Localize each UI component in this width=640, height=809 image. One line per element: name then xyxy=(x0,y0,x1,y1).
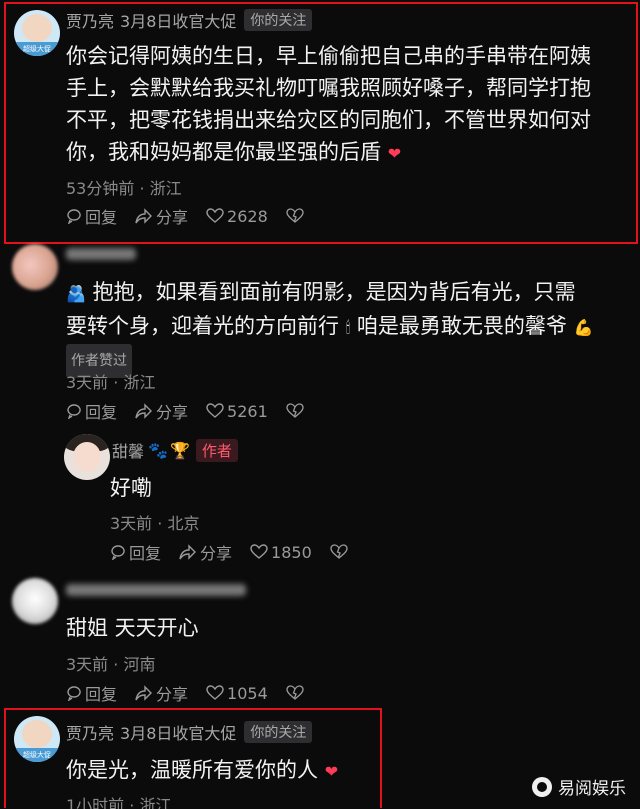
reply-button[interactable]: 回复 xyxy=(66,399,117,423)
follow-tag: 你的关注 xyxy=(244,721,313,743)
reply-icon xyxy=(67,404,81,419)
comment-meta: 53分钟前 · 浙江 xyxy=(66,179,182,198)
username[interactable]: 贾乃亮 xyxy=(66,720,114,744)
comment-meta: 1小时前 · 浙江 xyxy=(66,796,172,809)
comment-header xyxy=(66,578,246,602)
broken-heart-icon xyxy=(286,685,304,700)
broken-heart-icon xyxy=(286,208,304,223)
reply-icon xyxy=(111,545,125,560)
comment-meta: 3天前 · 河南 xyxy=(66,655,156,674)
like-button[interactable]: 1850 xyxy=(250,543,312,562)
comment-text: 甜姐 天天开心 xyxy=(66,616,199,640)
share-button[interactable]: 分享 xyxy=(135,681,188,705)
reply-text: 好嘞 xyxy=(110,476,152,500)
author-tag: 作者 xyxy=(195,438,238,462)
avatar-user-2[interactable] xyxy=(12,244,58,290)
comment-actions: 回复 分享 2628 xyxy=(66,204,325,228)
reply-meta: 3天前 · 北京 xyxy=(110,514,200,533)
watermark: 易阅娱乐 xyxy=(532,774,626,799)
comment-actions: 回复 分享 5261 xyxy=(66,399,325,423)
avatar-jia[interactable]: 超级大促 xyxy=(14,716,60,762)
reply-button[interactable]: 回复 xyxy=(66,204,117,228)
follow-tag: 你的关注 xyxy=(244,9,313,31)
avatar-user-4[interactable] xyxy=(12,578,58,624)
like-button[interactable]: 2628 xyxy=(206,207,268,226)
dislike-button[interactable] xyxy=(286,685,307,701)
dislike-button[interactable] xyxy=(286,208,307,224)
heart-outline-icon xyxy=(206,685,224,700)
comment-header: 贾乃亮 3月8日收官大促 你的关注 xyxy=(66,720,313,744)
broken-heart-icon xyxy=(286,403,304,418)
username-blurred[interactable] xyxy=(66,248,136,260)
reply-header: 甜馨 🐾 🏆 作者 xyxy=(112,438,238,462)
dislike-button[interactable] xyxy=(286,403,307,419)
heart-emoji-icon: ❤ xyxy=(387,144,402,163)
broken-heart-icon xyxy=(330,544,348,559)
share-icon xyxy=(135,403,153,419)
share-button[interactable]: 分享 xyxy=(135,399,188,423)
avatar-jia[interactable]: 超级大促 xyxy=(14,10,60,56)
comment-text: 你是光，温暖所有爱你的人 ❤ xyxy=(66,758,339,782)
share-button[interactable]: 分享 xyxy=(135,204,188,228)
comment-actions: 回复 分享 1054 xyxy=(66,681,325,705)
comment-header xyxy=(66,242,136,266)
avatar-caption: 超级大促 xyxy=(14,748,60,762)
flex-emoji-icon: 💪 xyxy=(573,318,594,337)
avatar-tianxin[interactable] xyxy=(64,434,110,480)
candle-emoji-icon: 🕯 xyxy=(345,318,351,337)
reply-icon xyxy=(67,209,81,224)
user-status: 3月8日收官大促 xyxy=(120,724,237,743)
share-button[interactable]: 分享 xyxy=(179,540,232,564)
share-icon xyxy=(135,208,153,224)
paw-icon: 🐾 xyxy=(148,440,168,460)
share-icon xyxy=(135,685,153,701)
reply-actions: 回复 分享 1850 xyxy=(110,540,369,564)
comment-header: 贾乃亮 3月8日收官大促 你的关注 xyxy=(66,8,313,32)
user-status: 3月8日收官大促 xyxy=(120,12,237,31)
avatar-caption: 超级大促 xyxy=(14,42,60,56)
dislike-button[interactable] xyxy=(330,544,351,560)
heart-outline-icon xyxy=(206,208,224,223)
heart-outline-icon xyxy=(250,544,268,559)
watermark-logo-icon xyxy=(532,776,552,797)
reply-button[interactable]: 回复 xyxy=(110,540,161,564)
username[interactable]: 甜馨 xyxy=(112,438,144,462)
comment-text: 你会记得阿姨的生日，早上偷偷把自己串的手串带在阿姨 手上，会默默给我买礼物叮嘱我… xyxy=(66,44,591,164)
heart-outline-icon xyxy=(206,403,224,418)
hug-emoji-icon: 🫂 xyxy=(66,284,86,303)
heart-emoji-icon: ❤ xyxy=(324,762,339,781)
username[interactable]: 贾乃亮 xyxy=(66,8,114,32)
like-button[interactable]: 5261 xyxy=(206,402,268,421)
like-button[interactable]: 1054 xyxy=(206,684,268,703)
username-blurred[interactable] xyxy=(66,584,246,596)
reply-button[interactable]: 回复 xyxy=(66,681,117,705)
comment-meta: 3天前 · 浙江 xyxy=(66,373,156,392)
trophy-icon: 🏆 xyxy=(169,440,190,460)
reply-icon xyxy=(67,686,81,701)
comment-text: 🫂 抱抱，如果看到面前有阴影，是因为背后有光，只需 要转个身，迎着光的方向前行 … xyxy=(66,276,636,378)
share-icon xyxy=(179,544,197,560)
watermark-text: 易阅娱乐 xyxy=(558,779,626,799)
